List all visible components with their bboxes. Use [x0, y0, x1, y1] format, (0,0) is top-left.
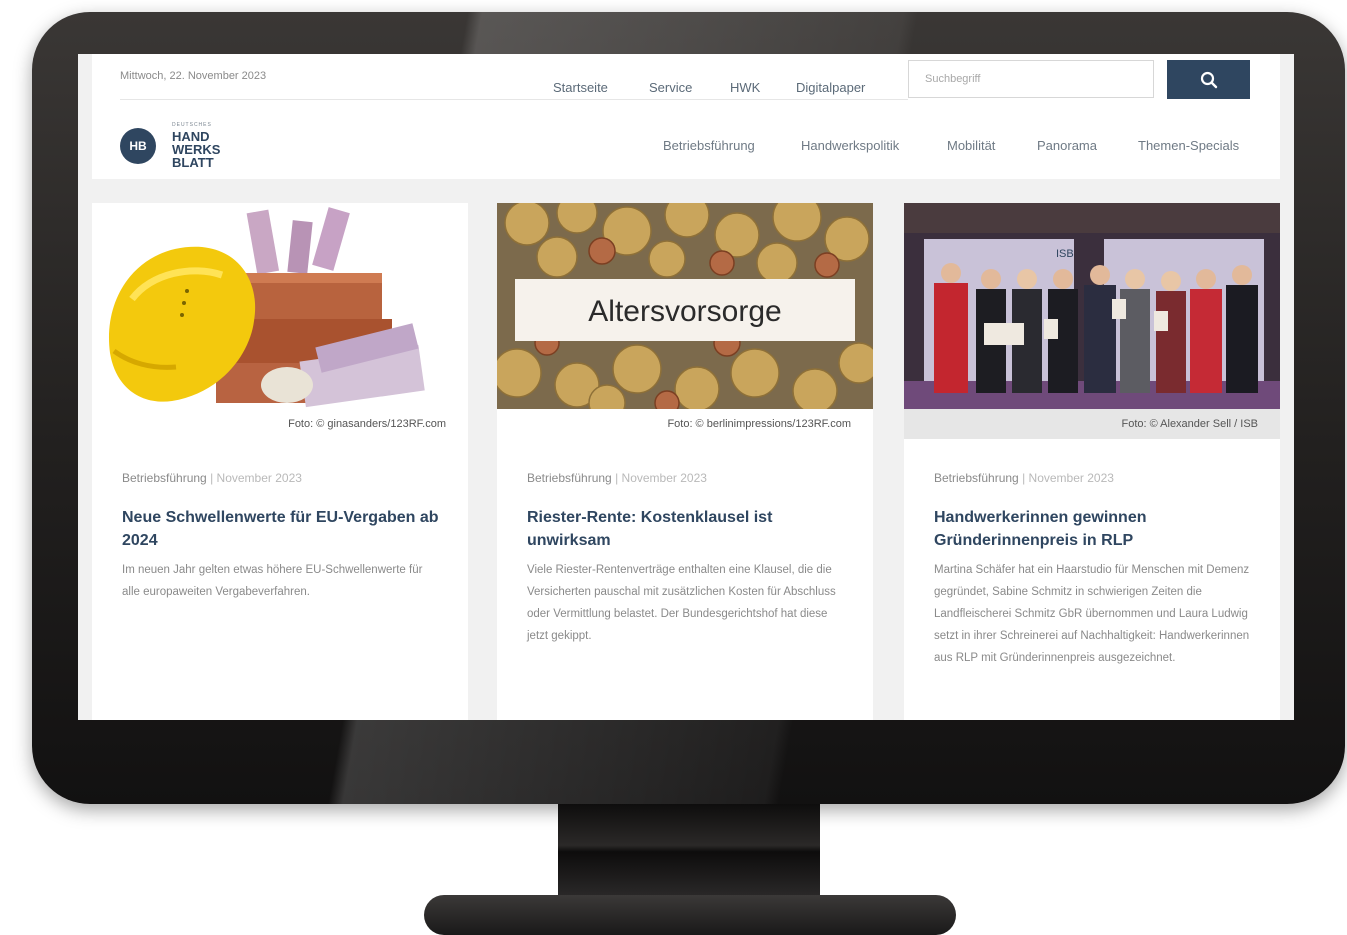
meta-separator: | [615, 471, 619, 485]
search-icon [1200, 71, 1217, 88]
logo-mark: HB [120, 128, 156, 164]
photo-credit: Foto: © ginasanders/123RF.com [288, 418, 446, 430]
article-card[interactable]: Altersvorsorge Foto: © berlinimpressions… [497, 203, 873, 720]
article-card[interactable]: Foto: © ginasanders/123RF.com Betriebsfü… [92, 203, 468, 720]
helmet-bricks-money-image [92, 203, 468, 409]
topnav-hwk[interactable]: HWK [730, 80, 760, 95]
monitor-stand-base [424, 895, 956, 935]
current-date: Mittwoch, 22. November 2023 [120, 70, 267, 82]
logo-small-text: DEUTSCHES [172, 122, 212, 128]
coins-altersvorsorge-image: Altersvorsorge [497, 203, 873, 409]
mainnav-betriebsfuehrung[interactable]: Betriebsführung [663, 138, 755, 153]
article-title[interactable]: Neue Schwellenwerte für EU-Vergaben ab 2… [122, 506, 442, 552]
photo-credit: Foto: © Alexander Sell / ISB [904, 409, 1280, 439]
monitor-stand-neck [558, 804, 820, 896]
monitor-screen: Mittwoch, 22. November 2023 Startseite S… [78, 54, 1294, 720]
article-date: November 2023 [216, 471, 302, 485]
banner-text: ISB [1056, 248, 1074, 260]
meta-separator: | [1022, 471, 1026, 485]
topnav-service[interactable]: Service [649, 80, 692, 95]
article-image[interactable]: ISB [904, 203, 1280, 409]
site-header: Mittwoch, 22. November 2023 Startseite S… [92, 54, 1280, 179]
topnav-digitalpaper[interactable]: Digitalpaper [796, 80, 865, 95]
article-card[interactable]: ISB Foto: © Alexander Sell / ISB Betrieb… [904, 203, 1280, 720]
article-title[interactable]: Riester-Rente: Kostenklausel ist unwirks… [527, 506, 847, 552]
article-title[interactable]: Handwerkerinnen gewinnen Gründerinnenpre… [934, 506, 1254, 552]
image-caption-text: Altersvorsorge [588, 295, 781, 328]
topnav-startseite[interactable]: Startseite [553, 80, 608, 95]
header-divider [120, 99, 908, 100]
article-teaser: Martina Schäfer hat ein Haarstudio für M… [934, 564, 1250, 664]
article-teaser: Viele Riester-Rentenverträge enthalten e… [527, 564, 836, 642]
site-logo[interactable]: HB DEUTSCHES HAND WERKS BLATT [120, 122, 250, 174]
mainnav-themen-specials[interactable]: Themen-Specials [1138, 138, 1239, 153]
mainnav-handwerkspolitik[interactable]: Handwerkspolitik [801, 138, 899, 153]
article-category[interactable]: Betriebsführung [122, 471, 207, 485]
article-meta: Betriebsführung | November 2023 [122, 471, 302, 485]
logo-line-3: BLATT [172, 155, 214, 170]
article-meta: Betriebsführung | November 2023 [527, 471, 707, 485]
mainnav-panorama[interactable]: Panorama [1037, 138, 1097, 153]
meta-separator: | [210, 471, 214, 485]
mainnav-mobilitaet[interactable]: Mobilität [947, 138, 995, 153]
article-teaser: Im neuen Jahr gelten etwas höhere EU-Sch… [122, 564, 423, 598]
search-button[interactable] [1167, 60, 1250, 99]
article-date: November 2023 [1028, 471, 1114, 485]
photo-credit: Foto: © berlinimpressions/123RF.com [667, 418, 851, 430]
search-input[interactable] [908, 60, 1154, 98]
article-image[interactable]: Altersvorsorge [497, 203, 873, 409]
article-meta: Betriebsführung | November 2023 [934, 471, 1114, 485]
article-category[interactable]: Betriebsführung [527, 471, 612, 485]
article-category[interactable]: Betriebsführung [934, 471, 1019, 485]
award-group-photo-image: ISB [904, 203, 1280, 409]
article-date: November 2023 [621, 471, 707, 485]
article-image[interactable] [92, 203, 468, 409]
